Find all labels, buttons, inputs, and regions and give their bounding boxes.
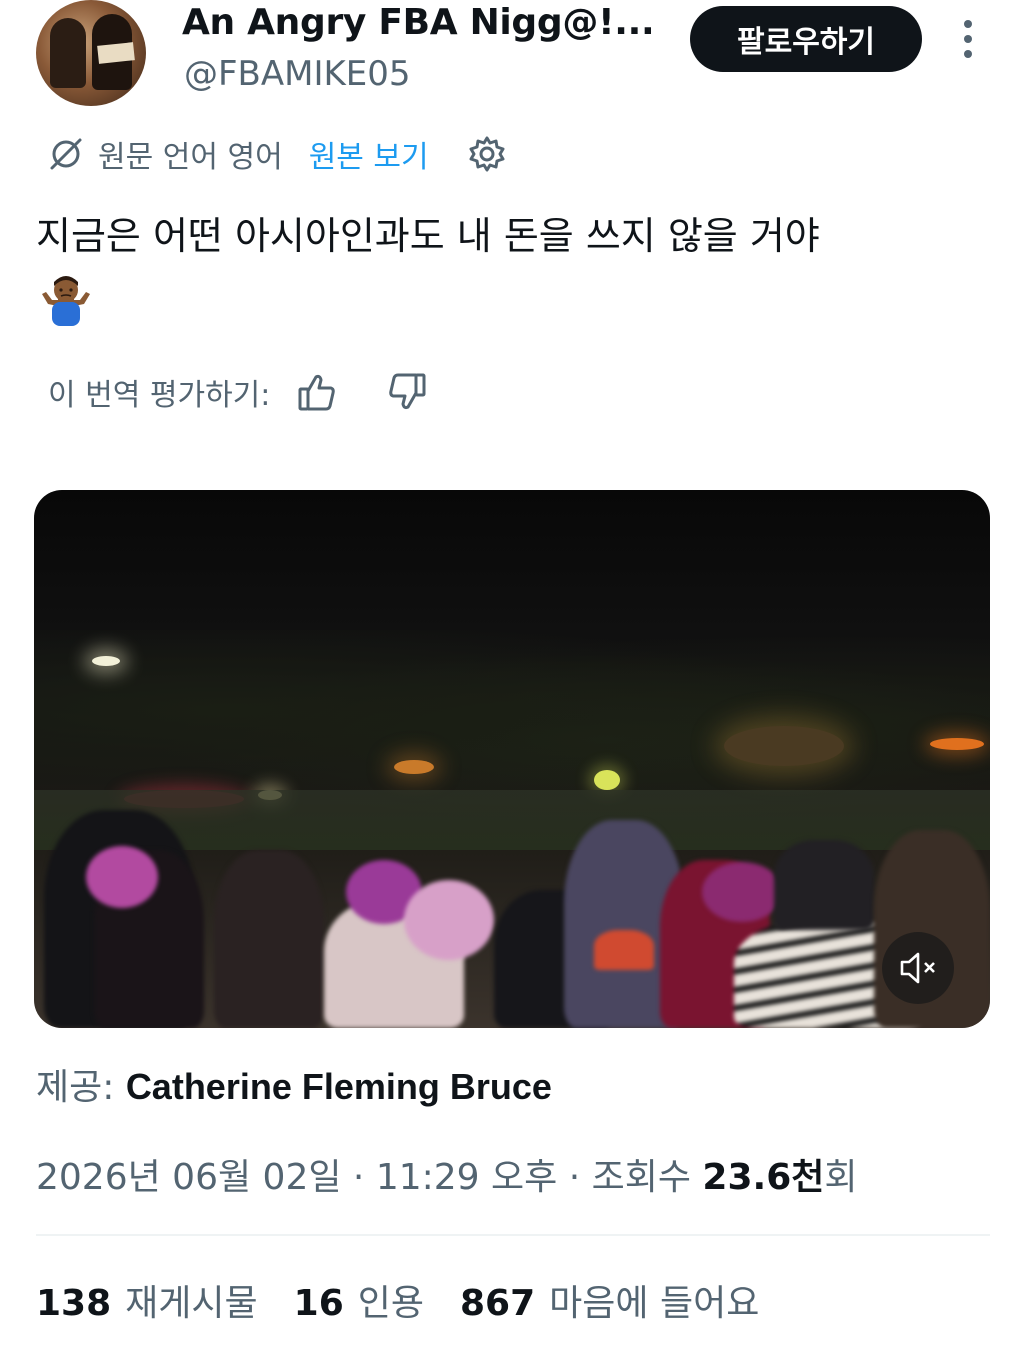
video-credit: 제공: Catherine Fleming Bruce: [36, 1058, 552, 1110]
quotes-stat[interactable]: 16 인용: [294, 1274, 424, 1326]
follow-button[interactable]: 팔로우하기: [690, 6, 922, 72]
views-label: 조회수: [591, 1157, 703, 1198]
thumbs-down-icon[interactable]: [386, 371, 428, 413]
likes-count: 867: [460, 1283, 536, 1324]
tweet-header: An Angry FBA Nigg@!... @FBAMIKE05 팔로우하기: [0, 0, 1024, 120]
thumbs-up-icon[interactable]: [296, 371, 338, 413]
translation-rating-bar: 이 번역 평가하기:: [48, 366, 428, 418]
views-count: 23.6천: [702, 1157, 825, 1198]
user-handle[interactable]: @FBAMIKE05: [184, 54, 411, 94]
video-person: [86, 846, 158, 908]
video-streetlight: [92, 656, 120, 666]
video-person: [702, 862, 782, 922]
video-person: [404, 880, 494, 960]
video-light: [594, 770, 620, 790]
tweet-metadata: 2026년 06월 02일 · 11:29 오후 · 조회수 23.6천회: [36, 1148, 858, 1200]
speaker-muted-icon: [900, 952, 935, 984]
display-name[interactable]: An Angry FBA Nigg@!...: [182, 2, 655, 43]
video-person: [594, 930, 654, 970]
retweets-count: 138: [36, 1283, 112, 1324]
post-time[interactable]: 11:29 오후: [376, 1157, 557, 1198]
divider: [36, 1234, 990, 1236]
avatar-sign: [97, 42, 135, 64]
video-player[interactable]: [34, 490, 990, 1028]
meta-separator: ·: [557, 1157, 592, 1198]
more-options-icon[interactable]: [948, 14, 988, 64]
rating-label: 이 번역 평가하기:: [48, 378, 271, 413]
source-language-label: 원문 언어 영어: [98, 140, 283, 175]
video-person: [214, 850, 324, 1028]
credit-name[interactable]: Catherine Fleming Bruce: [126, 1066, 552, 1107]
meta-separator: ·: [341, 1157, 376, 1198]
quotes-count: 16: [293, 1283, 344, 1324]
post-date[interactable]: 2026년 06월 02일: [36, 1157, 341, 1198]
view-original-link[interactable]: 원본 보기: [309, 132, 429, 176]
person-shrugging-emoji-icon: [42, 276, 90, 326]
engagement-stats: 138 재게시물 16 인용 867 마음에 들어요: [36, 1274, 795, 1326]
translation-bar: 원문 언어 영어 원본 보기: [48, 130, 507, 178]
credit-prefix: 제공:: [36, 1067, 126, 1108]
views-suffix: 회: [824, 1157, 858, 1198]
avatar[interactable]: [36, 0, 146, 106]
retweets-label: 재게시물: [125, 1283, 258, 1324]
likes-stat[interactable]: 867 마음에 들어요: [460, 1274, 759, 1326]
video-light: [724, 726, 844, 766]
video-light: [930, 738, 984, 750]
likes-label: 마음에 들어요: [549, 1283, 760, 1324]
video-light: [394, 760, 434, 774]
quotes-label: 인용: [357, 1283, 424, 1324]
video-person: [774, 840, 874, 930]
mute-toggle-button[interactable]: [882, 932, 954, 1004]
tweet-text: 지금은 어떤 아시아인과도 내 돈을 쓰지 않을 거야: [36, 214, 820, 258]
translate-off-icon: [50, 138, 82, 170]
gear-icon[interactable]: [467, 134, 507, 174]
retweets-stat[interactable]: 138 재게시물: [36, 1274, 258, 1326]
